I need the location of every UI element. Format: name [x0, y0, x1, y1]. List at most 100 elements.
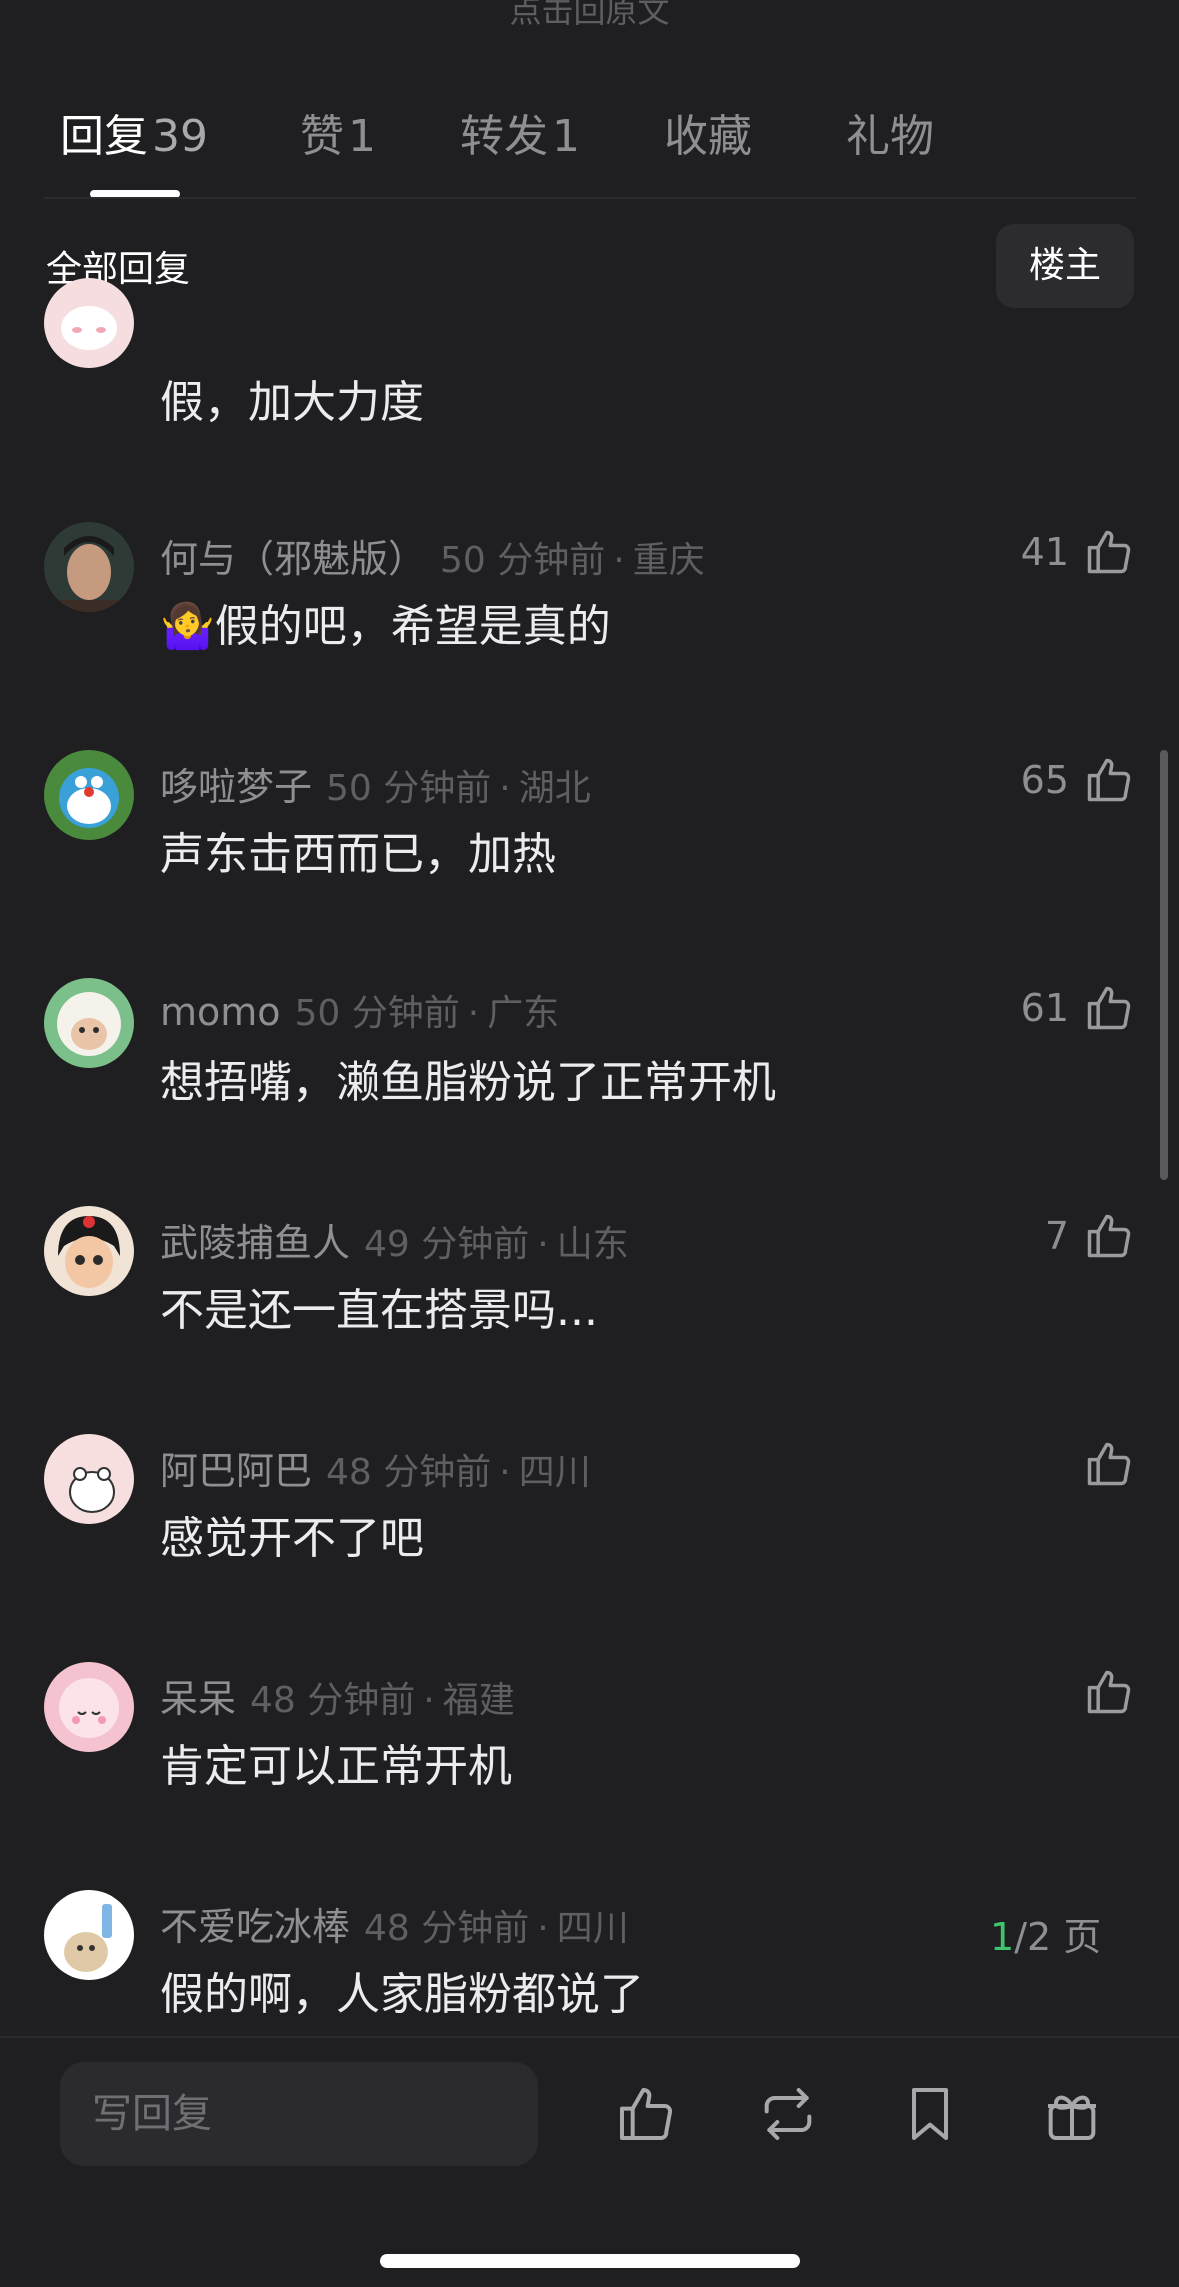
tab-gifts[interactable]: 礼物: [846, 100, 934, 164]
avatar[interactable]: [44, 1434, 134, 1524]
tab-replies[interactable]: 回复39: [60, 100, 208, 164]
comment-header: 不爱吃冰棒 48 分钟前 · 四川: [160, 1896, 629, 1951]
like-button[interactable]: 65: [1021, 750, 1135, 810]
tab-replies-label: 回复: [60, 111, 148, 162]
thumbs-up-icon: [1087, 986, 1131, 1030]
top-hint[interactable]: 点击回原文: [0, 0, 1179, 32]
comment-text: 不是还一直在搭景吗...: [160, 1285, 598, 1336]
comment-item[interactable]: 阿巴阿巴 48 分钟前 · 四川 感觉开不了吧: [0, 1434, 1179, 1634]
like-button[interactable]: [1083, 1662, 1135, 1722]
avatar[interactable]: [44, 1890, 134, 1980]
like-count: 7: [1044, 1214, 1069, 1258]
comment-location: 重庆: [632, 540, 705, 581]
comment-text: 想捂嘴，濑鱼脂粉说了正常开机: [160, 1057, 776, 1108]
comment-text: 🤷‍♀️假的吧，希望是真的: [160, 601, 611, 652]
scrollbar[interactable]: [1160, 750, 1168, 1180]
comment-text: 肯定可以正常开机: [160, 1741, 512, 1792]
tab-likes-count: 1: [348, 111, 376, 162]
meta-separator: ·: [537, 1908, 549, 1949]
bookmark-icon[interactable]: [898, 2082, 962, 2146]
thumbs-up-icon: [1087, 530, 1131, 574]
comment-text: 假，加大力度: [160, 377, 424, 428]
username[interactable]: momo: [160, 990, 281, 1034]
total-pages: /2 页: [1014, 1915, 1102, 1959]
meta-separator: ·: [467, 993, 480, 1034]
avatar[interactable]: [44, 978, 134, 1068]
avatar[interactable]: [44, 522, 134, 612]
tab-reposts[interactable]: 转发1: [460, 100, 580, 164]
meta-separator: ·: [423, 1680, 435, 1721]
username[interactable]: 不爱吃冰棒: [160, 1905, 350, 1949]
like-count: 61: [1020, 986, 1069, 1030]
username[interactable]: 武陵捕鱼人: [160, 1221, 350, 1265]
reply-input[interactable]: 写回复: [60, 2062, 538, 2166]
comment-item[interactable]: 呆呆 48 分钟前 · 福建 肯定可以正常开机: [0, 1662, 1179, 1862]
comment-location: 广东: [487, 993, 560, 1034]
username[interactable]: 哆啦梦子: [160, 765, 312, 809]
comment-header: 哆啦梦子 50 分钟前 · 湖北: [160, 756, 591, 811]
thumbs-up-icon: [1087, 1670, 1131, 1714]
comment-text: 感觉开不了吧: [160, 1513, 424, 1564]
comment-time: 48 分钟前: [250, 1680, 416, 1721]
comment-location: 山东: [556, 1224, 629, 1265]
comment-time: 49 分钟前: [364, 1224, 530, 1265]
meta-separator: ·: [613, 540, 625, 581]
meta-separator: ·: [537, 1224, 549, 1265]
page-indicator[interactable]: 1/2 页: [990, 1906, 1101, 1961]
divider: [44, 197, 1136, 199]
comment-location: 四川: [556, 1908, 629, 1949]
like-button[interactable]: 7: [1045, 1206, 1135, 1266]
username[interactable]: 呆呆: [160, 1677, 236, 1721]
comment-header: 武陵捕鱼人 49 分钟前 · 山东: [160, 1212, 629, 1267]
home-indicator[interactable]: [380, 2254, 800, 2268]
tab-reposts-label: 转发: [460, 111, 548, 162]
comment-time: 50 分钟前: [440, 540, 606, 581]
username[interactable]: 何与（邪魅版）: [160, 537, 426, 581]
meta-separator: ·: [499, 768, 511, 809]
tab-gifts-label: 礼物: [846, 111, 934, 162]
comment-item[interactable]: 武陵捕鱼人 49 分钟前 · 山东 不是还一直在搭景吗... 7: [0, 1206, 1179, 1406]
comment-header: 呆呆 48 分钟前 · 福建: [160, 1668, 515, 1723]
current-page: 1: [990, 1915, 1015, 1959]
avatar[interactable]: [44, 1662, 134, 1752]
comment-location: 四川: [518, 1452, 591, 1493]
comment-text: 声东击西而已，加热: [160, 829, 556, 880]
like-button[interactable]: [1083, 1434, 1135, 1494]
tab-favorites[interactable]: 收藏: [664, 100, 752, 164]
repost-icon[interactable]: [756, 2082, 820, 2146]
comment-time: 50 分钟前: [294, 993, 460, 1034]
comment-time: 48 分钟前: [364, 1908, 530, 1949]
comment-header: 何与（邪魅版） 50 分钟前 · 重庆: [160, 528, 705, 583]
comment-time: 50 分钟前: [326, 768, 492, 809]
meta-separator: ·: [499, 1452, 511, 1493]
comment-item[interactable]: 假，加大力度: [0, 278, 1179, 502]
comment-time: 48 分钟前: [326, 1452, 492, 1493]
avatar[interactable]: [44, 1206, 134, 1296]
comment-item[interactable]: 何与（邪魅版） 50 分钟前 · 重庆 🤷‍♀️假的吧，希望是真的 41: [0, 522, 1179, 722]
username[interactable]: 阿巴阿巴: [160, 1449, 312, 1493]
op-only-button[interactable]: 楼主: [996, 224, 1134, 308]
thumbs-up-icon[interactable]: [614, 2082, 678, 2146]
tab-bar: 回复39 赞1 转发1 收藏 礼物: [0, 100, 1179, 200]
thumbs-up-icon: [1087, 1442, 1131, 1486]
comment-location: 福建: [442, 1680, 515, 1721]
thumbs-up-icon: [1087, 1214, 1131, 1258]
comment-item[interactable]: 哆啦梦子 50 分钟前 · 湖北 声东击西而已，加热 65: [0, 750, 1179, 950]
thumbs-up-icon: [1087, 758, 1131, 802]
comment-header: 阿巴阿巴 48 分钟前 · 四川: [160, 1440, 591, 1495]
tab-favorites-label: 收藏: [664, 111, 752, 162]
like-count: 41: [1020, 530, 1069, 574]
like-button[interactable]: 41: [1021, 522, 1135, 582]
tab-reposts-count: 1: [552, 111, 580, 162]
like-button[interactable]: 61: [1021, 978, 1135, 1038]
bottom-action-bar: 写回复: [0, 2036, 1179, 2287]
comment-location: 湖北: [518, 768, 591, 809]
gift-icon[interactable]: [1040, 2082, 1104, 2146]
comment-text: 假的啊，人家脂粉都说了: [160, 1969, 644, 2020]
comment-item[interactable]: momo 50 分钟前 · 广东 想捂嘴，濑鱼脂粉说了正常开机 61: [0, 978, 1179, 1178]
avatar[interactable]: [44, 750, 134, 840]
like-count: 65: [1020, 758, 1069, 802]
comment-header: momo 50 分钟前 · 广东: [160, 984, 559, 1036]
avatar[interactable]: [44, 278, 134, 368]
tab-likes[interactable]: 赞1: [300, 100, 376, 164]
